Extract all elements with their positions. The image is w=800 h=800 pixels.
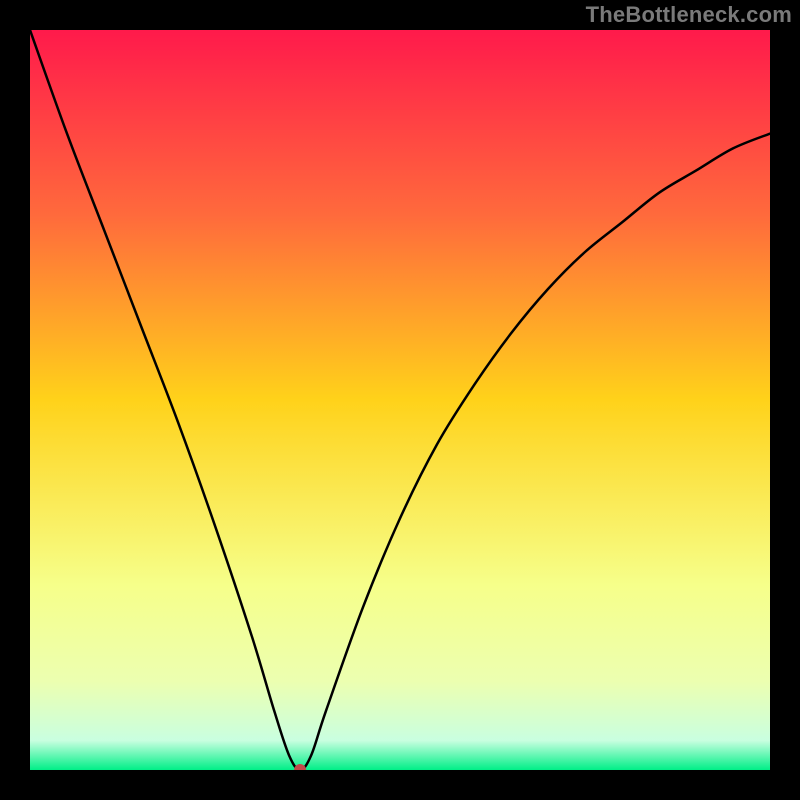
chart-svg xyxy=(30,30,770,770)
gradient-background xyxy=(30,30,770,770)
chart-frame: TheBottleneck.com xyxy=(0,0,800,800)
watermark-text: TheBottleneck.com xyxy=(586,2,792,28)
plot-area xyxy=(30,30,770,770)
